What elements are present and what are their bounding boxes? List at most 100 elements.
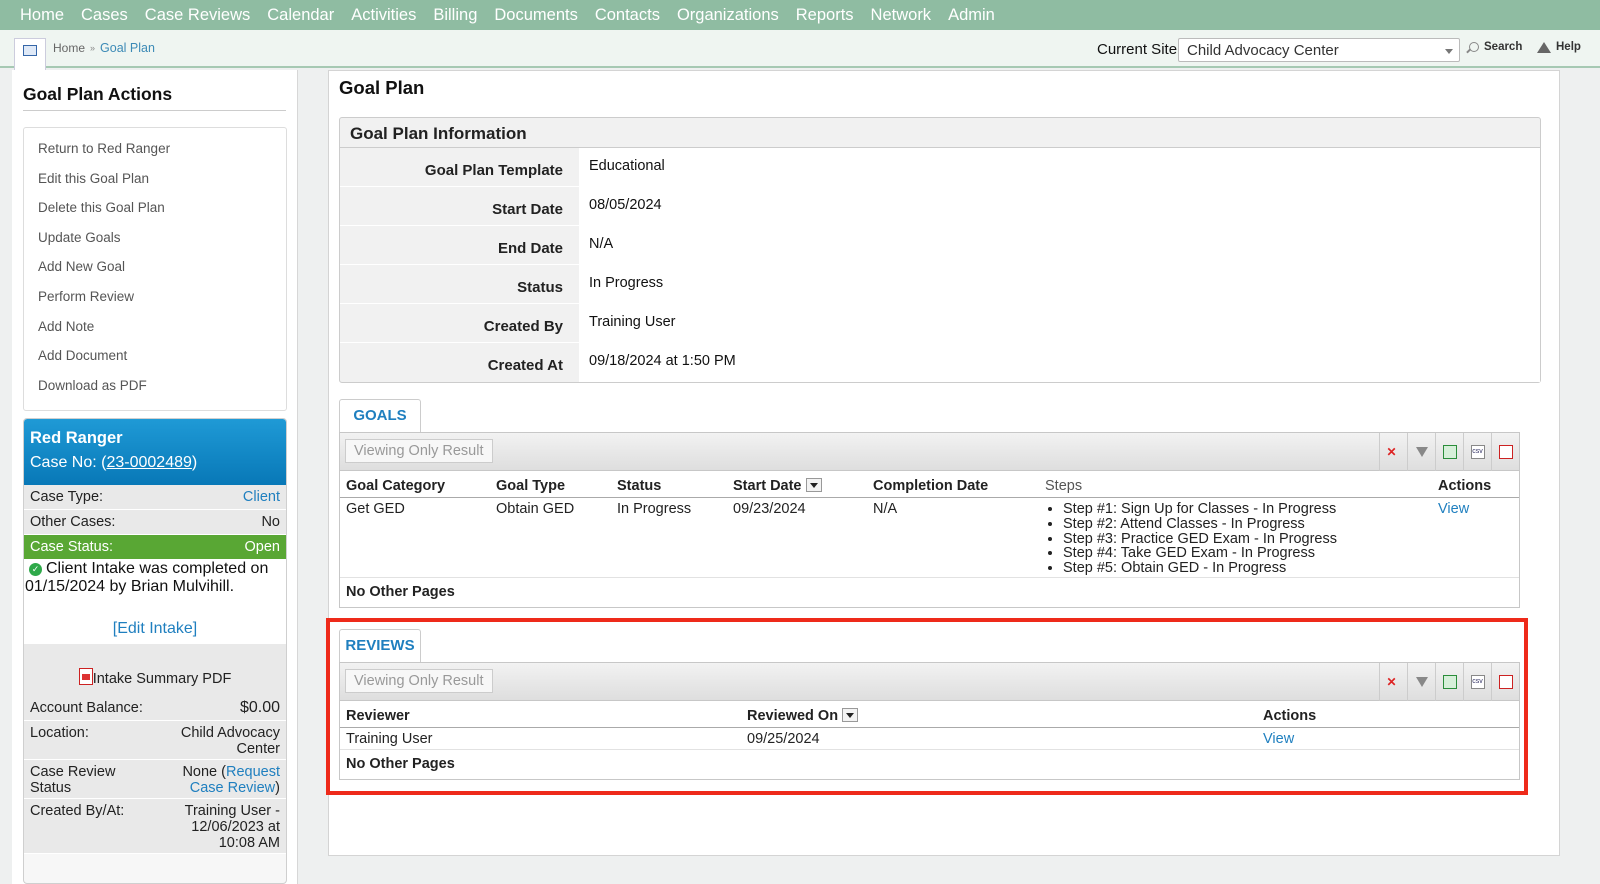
- action-download-pdf[interactable]: Download as PDF: [24, 371, 286, 401]
- col-goal-category[interactable]: Goal Category: [340, 478, 490, 494]
- page-title: Goal Plan: [339, 77, 425, 98]
- help-icon: [1537, 41, 1551, 53]
- filter-icon: [1415, 447, 1428, 457]
- list-item: Step #3: Practice GED Exam - In Progress: [1063, 531, 1432, 547]
- tab-goals[interactable]: GOALS: [339, 399, 421, 433]
- other-cases-value: No: [261, 514, 280, 530]
- action-update-goals[interactable]: Update Goals: [24, 223, 286, 253]
- case-review-label: Case Review Status: [30, 764, 116, 796]
- edit-intake-row: [Edit Intake]: [24, 614, 286, 644]
- nav-activities[interactable]: Activities: [351, 6, 416, 25]
- highlight-box: [326, 618, 1528, 795]
- case-type-label: Case Type:: [30, 489, 104, 505]
- nav-billing[interactable]: Billing: [433, 6, 477, 25]
- steps-list: Step #1: Sign Up for Classes - In Progre…: [1045, 502, 1432, 576]
- pdf-icon: [78, 668, 93, 685]
- created-label: Created By/At:: [30, 803, 125, 819]
- info-row: Start Date 08/05/2024: [340, 187, 1540, 226]
- intake-pdf-link[interactable]: Intake Summary PDF: [93, 671, 232, 687]
- intake-pdf-row: Intake Summary PDF: [24, 644, 286, 696]
- nav-network[interactable]: Network: [871, 6, 932, 25]
- pdf-export-button[interactable]: [1491, 433, 1519, 471]
- nav-documents[interactable]: Documents: [494, 6, 577, 25]
- action-add-document[interactable]: Add Document: [24, 341, 286, 371]
- col-completion-date[interactable]: Completion Date: [867, 478, 1039, 494]
- case-number-link[interactable]: 23-0002489: [106, 454, 191, 471]
- excel-export-button[interactable]: [1435, 433, 1463, 471]
- case-type-link[interactable]: Client: [243, 487, 280, 507]
- info-value: Educational: [579, 148, 1540, 186]
- list-item: Step #5: Obtain GED - In Progress: [1063, 561, 1432, 576]
- help-button[interactable]: Help: [1537, 41, 1581, 53]
- search-label: Search: [1484, 41, 1523, 53]
- csv-export-icon: csv: [1470, 445, 1485, 459]
- info-label: Start Date: [492, 201, 563, 218]
- list-item: Step #4: Take GED Exam - In Progress: [1063, 546, 1432, 561]
- info-row: Created At 09/18/2024 at 1:50 PM: [340, 343, 1540, 382]
- breadcrumb-separator: »: [90, 43, 96, 53]
- sidebar-title: Goal Plan Actions: [23, 84, 173, 104]
- intake-note-text: Client Intake was completed on 01/15/202…: [25, 560, 269, 595]
- filter-button[interactable]: [1407, 433, 1435, 471]
- col-actions: Actions: [1438, 478, 1492, 494]
- goal-view-link[interactable]: View: [1438, 501, 1469, 517]
- edit-intake-link[interactable]: [Edit Intake]: [113, 620, 198, 637]
- window-icon: [23, 45, 37, 56]
- clear-filter-icon: ✕: [1386, 445, 1397, 459]
- balance-row: Account Balance: $0.00: [24, 696, 286, 721]
- viewing-only-result-button[interactable]: Viewing Only Result: [345, 439, 493, 463]
- action-add-goal[interactable]: Add New Goal: [24, 252, 286, 282]
- breadcrumb-current[interactable]: Goal Plan: [100, 41, 155, 55]
- breadcrumb-home[interactable]: Home: [53, 41, 85, 55]
- info-label: Created By: [483, 318, 563, 335]
- action-return[interactable]: Return to Red Ranger: [24, 134, 286, 164]
- csv-export-button[interactable]: csv: [1463, 433, 1491, 471]
- sort-down-icon[interactable]: [805, 478, 822, 492]
- table-row: Get GED Obtain GED In Progress 09/23/202…: [340, 498, 1519, 578]
- nav-case-reviews[interactable]: Case Reviews: [145, 6, 250, 25]
- goal-completion-date: N/A: [873, 501, 898, 517]
- case-status-row: Case Status: Open: [24, 535, 286, 560]
- action-add-note[interactable]: Add Note: [24, 312, 286, 342]
- info-value: In Progress: [579, 265, 1540, 303]
- list-item: Step #2: Attend Classes - In Progress: [1063, 516, 1432, 532]
- info-row: Created By Training User: [340, 304, 1540, 343]
- nav-contacts[interactable]: Contacts: [595, 6, 660, 25]
- goal-plan-actions: Return to Red Ranger Edit this Goal Plan…: [23, 127, 287, 411]
- search-button[interactable]: Search: [1469, 41, 1522, 53]
- info-value: N/A: [579, 226, 1540, 264]
- action-perform-review[interactable]: Perform Review: [24, 282, 286, 312]
- col-goal-type[interactable]: Goal Type: [490, 478, 611, 494]
- info-value: 09/18/2024 at 1:50 PM: [579, 343, 1540, 382]
- nav-organizations[interactable]: Organizations: [677, 6, 779, 25]
- info-row: Goal Plan Template Educational: [340, 148, 1540, 187]
- location-value: Child Advocacy Center: [180, 725, 280, 757]
- excel-export-icon: [1442, 445, 1457, 459]
- info-label: Status: [517, 279, 563, 296]
- col-start-date[interactable]: Start Date: [727, 478, 867, 494]
- client-name: Red Ranger: [30, 429, 123, 447]
- nav-home[interactable]: Home: [20, 6, 64, 25]
- info-row: End Date N/A: [340, 226, 1540, 265]
- clear-filter-button[interactable]: ✕: [1379, 433, 1407, 471]
- goal-steps: Step #1: Sign Up for Classes - In Progre…: [1039, 498, 1432, 577]
- col-steps: Steps: [1045, 478, 1083, 494]
- balance-value: $0.00: [239, 699, 280, 716]
- divider: [23, 110, 286, 111]
- action-delete[interactable]: Delete this Goal Plan: [24, 193, 286, 223]
- goals-grid: Viewing Only Result ✕ csv Goal Category …: [339, 432, 1520, 608]
- info-value: Training User: [579, 304, 1540, 342]
- nav-cases[interactable]: Cases: [81, 6, 128, 25]
- action-edit[interactable]: Edit this Goal Plan: [24, 164, 286, 194]
- nav-reports[interactable]: Reports: [796, 6, 854, 25]
- case-suffix: ): [191, 454, 198, 471]
- col-status[interactable]: Status: [611, 478, 727, 494]
- nav-admin[interactable]: Admin: [948, 6, 995, 25]
- location-row: Location: Child Advocacy Center: [24, 721, 286, 760]
- case-number: Case No: (23-0002489): [30, 454, 280, 472]
- nav-calendar[interactable]: Calendar: [267, 6, 334, 25]
- info-label: Goal Plan Template: [424, 162, 563, 179]
- current-site-select[interactable]: Child Advocacy Center: [1178, 38, 1460, 62]
- goal-plan-information: Goal Plan Information Goal Plan Template…: [339, 117, 1541, 383]
- balance-label: Account Balance:: [30, 700, 143, 716]
